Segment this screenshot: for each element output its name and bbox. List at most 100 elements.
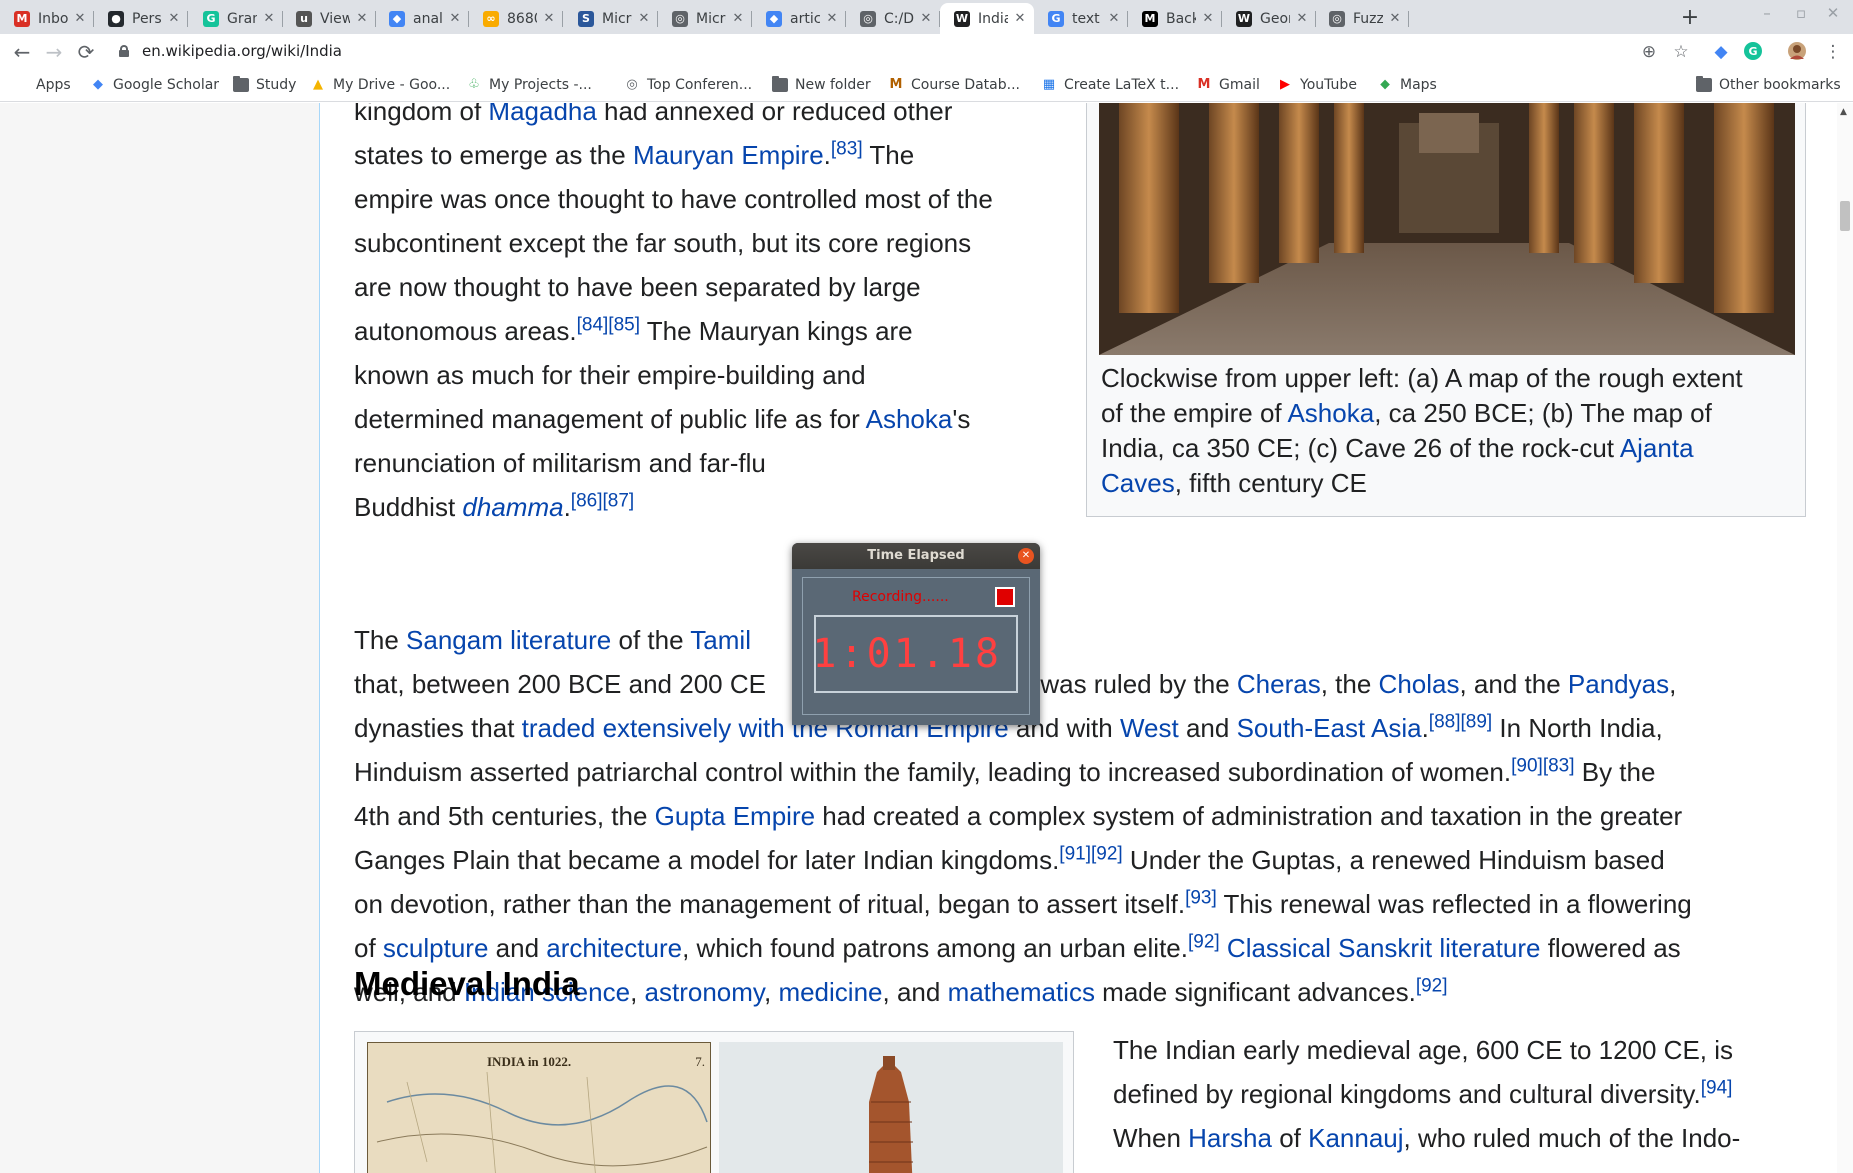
wiki-link[interactable]: Classical Sanskrit literature: [1227, 933, 1541, 963]
bookmark-11[interactable]: ⬥ Maps: [1377, 77, 1436, 93]
tab-close-icon[interactable]: ✕: [261, 11, 277, 26]
wiki-link[interactable]: dhamma: [462, 492, 563, 522]
bookmark-6[interactable]: New folder: [772, 76, 871, 93]
citation-link[interactable]: [93]: [1185, 887, 1217, 908]
timer-titlebar[interactable]: Time Elapsed: [792, 543, 1040, 569]
tab-5[interactable]: ∞ 86805 ✕: [469, 3, 563, 34]
citation-link[interactable]: [92]: [1188, 931, 1220, 952]
tab-close-icon[interactable]: ✕: [1106, 11, 1122, 26]
india-1022-map-image[interactable]: INDIA in 1022. 7.: [367, 1042, 711, 1173]
bookmark-4[interactable]: ♧ My Projects -...: [466, 77, 592, 93]
bookmark-1[interactable]: ◆ Google Scholar: [90, 77, 219, 93]
tab-close-icon[interactable]: ✕: [541, 11, 557, 26]
maximize-icon[interactable]: ▫: [1786, 4, 1816, 22]
wiki-link[interactable]: medicine: [778, 977, 882, 1007]
extension-scholar-icon[interactable]: ◆: [1710, 41, 1732, 63]
tab-close-icon[interactable]: ✕: [72, 11, 88, 26]
bookmark-8[interactable]: ▦ Create LaTeX t...: [1041, 77, 1179, 93]
tab-close-icon[interactable]: ✕: [447, 11, 463, 26]
wiki-link[interactable]: Mauryan Empire: [633, 140, 824, 170]
wiki-link[interactable]: Magadha: [488, 103, 596, 126]
citation-link[interactable]: [92]: [1416, 975, 1448, 996]
wiki-link[interactable]: West: [1120, 713, 1179, 743]
wiki-link[interactable]: Sangam literature: [406, 625, 611, 655]
lock-icon[interactable]: [119, 45, 129, 57]
bookmark-5[interactable]: ◎ Top Conferen...: [624, 77, 752, 93]
tab-close-icon[interactable]: ✕: [354, 11, 370, 26]
citation-link[interactable]: [91][92]: [1059, 843, 1122, 864]
wiki-link[interactable]: sculpture: [383, 933, 489, 963]
page-scrollbar[interactable]: ▲: [1837, 103, 1853, 1173]
wiki-link[interactable]: mathematics: [948, 977, 1095, 1007]
wiki-link[interactable]: Caves: [1101, 468, 1175, 498]
tab-close-icon[interactable]: ✕: [1387, 11, 1403, 26]
citation-link[interactable]: [84][85]: [577, 314, 640, 335]
tab-12[interactable]: M Backgr ✕: [1128, 3, 1222, 34]
back-arrow-icon[interactable]: ←: [10, 40, 34, 64]
citation-link[interactable]: [94]: [1701, 1077, 1733, 1098]
scrollbar-thumb[interactable]: [1840, 201, 1850, 231]
scroll-up-arrow-icon[interactable]: ▲: [1840, 107, 1847, 117]
temple-tower-image[interactable]: [719, 1042, 1063, 1173]
tab-7[interactable]: ◎ Micros ✕: [658, 3, 752, 34]
window-close-icon[interactable]: ✕: [1818, 4, 1848, 22]
tab-1[interactable]: ● Person ✕: [94, 3, 188, 34]
wiki-link[interactable]: Cholas: [1379, 669, 1460, 699]
citation-link[interactable]: [88][89]: [1429, 711, 1492, 732]
forward-arrow-icon[interactable]: →: [42, 40, 66, 64]
menu-kebab-icon[interactable]: ⋮: [1822, 41, 1844, 63]
citation-link[interactable]: [86][87]: [571, 490, 634, 511]
wiki-link[interactable]: astronomy: [645, 977, 764, 1007]
tab-3[interactable]: u View o ✕: [282, 3, 376, 34]
wiki-link[interactable]: Ajanta: [1620, 433, 1694, 463]
citation-link[interactable]: [90][83]: [1511, 755, 1574, 776]
zoom-icon[interactable]: ⊕: [1638, 41, 1660, 63]
tab-close-icon[interactable]: ✕: [1012, 11, 1028, 26]
tab-close-icon[interactable]: ✕: [166, 11, 182, 26]
tab-close-icon[interactable]: ✕: [918, 11, 934, 26]
wiki-link[interactable]: Ashoka: [1287, 398, 1374, 428]
tab-11[interactable]: Gtext ex ✕: [1034, 3, 1128, 34]
tab-close-icon[interactable]: ✕: [730, 11, 746, 26]
bookmark-9[interactable]: M Gmail: [1196, 77, 1260, 93]
tab-8[interactable]: ◆ article ✕: [752, 3, 846, 34]
tab-2[interactable]: G Gramm ✕: [189, 3, 283, 34]
reload-icon[interactable]: ⟳: [74, 40, 98, 64]
wiki-link[interactable]: Cheras: [1237, 669, 1321, 699]
bookmark-2[interactable]: Study: [233, 76, 296, 93]
bookmark-3[interactable]: ▲ My Drive - Goo...: [310, 77, 450, 93]
tab-close-icon[interactable]: ✕: [1200, 11, 1216, 26]
time-elapsed-window[interactable]: Time Elapsed ✕ Recording...... 1:01.18: [792, 543, 1040, 725]
wiki-link[interactable]: Tamil: [690, 625, 751, 655]
other-bookmarks[interactable]: Other bookmarks: [1696, 76, 1841, 93]
tab-4[interactable]: ◆ analyz ✕: [375, 3, 469, 34]
tab-close-icon[interactable]: ✕: [1294, 11, 1310, 26]
tab-13[interactable]: W Georgi ✕: [1222, 3, 1316, 34]
wiki-link[interactable]: Kannauj: [1308, 1123, 1403, 1153]
bookmark-7[interactable]: M Course Datab...: [888, 77, 1020, 93]
tab-9[interactable]: ◎ C:/Doc ✕: [846, 3, 940, 34]
tab-14[interactable]: ◎ Fuzzy ✕: [1315, 3, 1409, 34]
address-bar[interactable]: en.wikipedia.org/wiki/India: [142, 42, 342, 60]
star-icon[interactable]: ☆: [1670, 41, 1692, 63]
close-icon[interactable]: ✕: [1018, 548, 1034, 564]
new-tab-plus-icon[interactable]: +: [1676, 5, 1704, 33]
extension-grammarly-icon[interactable]: G: [1742, 41, 1764, 63]
wiki-link[interactable]: Harsha: [1188, 1123, 1272, 1153]
wiki-link[interactable]: architecture: [546, 933, 682, 963]
profile-avatar-icon[interactable]: [1786, 41, 1808, 63]
bookmark-10[interactable]: ▶ YouTube: [1277, 77, 1357, 93]
tab-6[interactable]: S Micros ✕: [564, 3, 658, 34]
ajanta-cave-photo[interactable]: [1099, 103, 1795, 355]
wiki-link[interactable]: Gupta Empire: [655, 801, 815, 831]
citation-link[interactable]: [83]: [831, 138, 863, 159]
minimize-icon[interactable]: –: [1752, 4, 1782, 22]
wiki-link[interactable]: Ashoka: [866, 404, 953, 434]
tab-close-icon[interactable]: ✕: [824, 11, 840, 26]
tab-0[interactable]: M Inbox (✕: [0, 3, 94, 34]
wiki-link[interactable]: South-East Asia: [1237, 713, 1422, 743]
bookmark-0[interactable]: Apps: [13, 77, 71, 93]
wiki-link[interactable]: Pandyas: [1568, 669, 1669, 699]
stop-recording-button[interactable]: [995, 587, 1015, 607]
tab-10[interactable]: W India - ✕: [940, 3, 1034, 34]
